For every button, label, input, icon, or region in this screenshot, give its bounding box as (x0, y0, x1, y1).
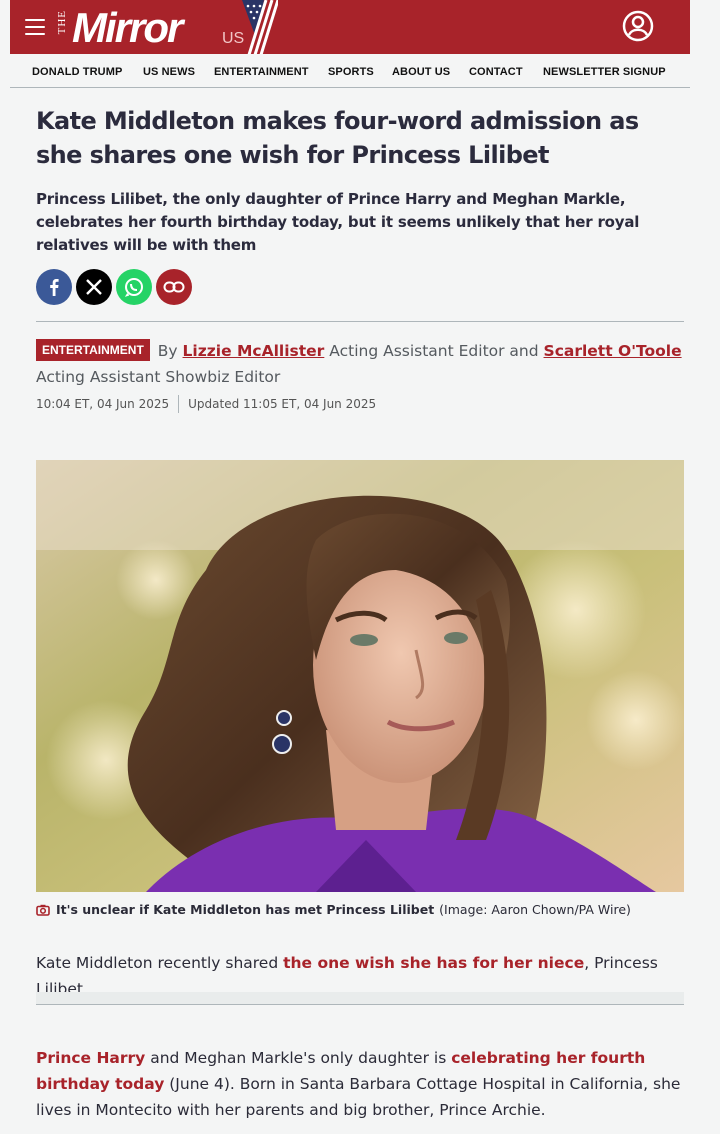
p2-link-prince-harry[interactable]: Prince Harry (36, 1049, 145, 1067)
article-standfirst: Princess Lilibet, the only daughter of P… (36, 190, 640, 254)
whatsapp-icon (124, 278, 143, 297)
author-role-1: Acting Assistant Editor and (329, 342, 539, 360)
published-time: 10:04 ET, 04 Jun 2025 (36, 397, 170, 411)
nav-sports[interactable]: SPORTS (328, 66, 374, 78)
ad-divider (36, 992, 684, 1005)
article-main-image (36, 460, 684, 892)
article-headline: Kate Middleton makes four-word admission… (36, 107, 639, 169)
share-x-button[interactable] (76, 269, 112, 305)
x-icon (86, 279, 102, 295)
publish-dates: 10:04 ET, 04 Jun 2025 Updated 11:05 ET, … (36, 395, 376, 413)
site-logo[interactable]: THE Mirror US (56, 0, 278, 58)
p2-text-a: and Meghan Markle's only daughter is (145, 1049, 452, 1067)
nav-donald-trump[interactable]: DONALD TRUMP (32, 66, 122, 78)
p1-link[interactable]: the one wish she has for her niece (283, 954, 584, 972)
copy-link-button[interactable] (156, 269, 192, 305)
portrait-illustration (36, 460, 684, 892)
share-whatsapp-button[interactable] (116, 269, 152, 305)
caption-text: It's unclear if Kate Middleton has met P… (56, 902, 435, 917)
author-link-2[interactable]: Scarlett O'Toole (544, 342, 682, 360)
caption-credit: (Image: Aaron Chown/PA Wire) (439, 902, 631, 917)
logo-mirror: Mirror (72, 4, 183, 51)
updated-time: Updated 11:05 ET, 04 Jun 2025 (188, 397, 377, 411)
image-caption: It's unclear if Kate Middleton has met P… (36, 902, 686, 917)
nav-us-news[interactable]: US NEWS (143, 66, 195, 78)
logo-the: THE (56, 10, 68, 35)
date-separator (178, 395, 180, 413)
article-paragraph-2: Prince Harry and Meghan Markle's only da… (36, 1045, 684, 1123)
account-icon[interactable] (622, 10, 654, 42)
author-link-1[interactable]: Lizzie McAllister (183, 342, 325, 360)
byline-by: By (157, 342, 178, 360)
author-role-2: Acting Assistant Showbiz Editor (36, 368, 281, 386)
camera-icon (36, 904, 50, 916)
byline: ENTERTAINMENT By Lizzie McAllister Acting… (36, 338, 686, 390)
share-facebook-button[interactable] (36, 269, 72, 305)
nav-about-us[interactable]: ABOUT US (392, 66, 450, 78)
flag-icon (242, 0, 278, 58)
link-icon (163, 281, 185, 293)
site-header: THE Mirror US (10, 0, 690, 58)
menu-icon[interactable] (25, 19, 45, 35)
nav-contact[interactable]: CONTACT (469, 66, 523, 78)
primary-nav: DONALD TRUMP US NEWS ENTERTAINMENT SPORT… (10, 54, 690, 88)
nav-entertainment[interactable]: ENTERTAINMENT (214, 66, 309, 78)
p1-text-a: Kate Middleton recently shared (36, 954, 284, 972)
divider (36, 321, 684, 322)
facebook-icon (50, 279, 59, 296)
share-bar (36, 269, 192, 305)
category-badge[interactable]: ENTERTAINMENT (36, 339, 150, 361)
nav-newsletter-signup[interactable]: NEWSLETTER SIGNUP (543, 66, 666, 78)
